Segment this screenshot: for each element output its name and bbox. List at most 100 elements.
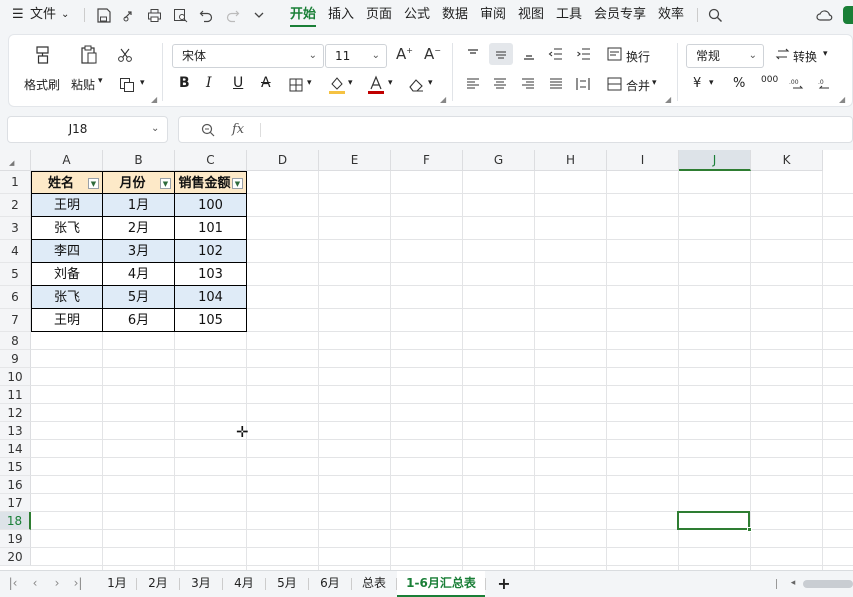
border-icon[interactable] [287, 76, 305, 94]
sheet-tab[interactable]: 1-6月汇总表 [397, 571, 485, 597]
row-header[interactable]: 13 [0, 422, 31, 440]
data-cell[interactable]: 3月 [103, 240, 175, 263]
column-header[interactable]: G [463, 150, 535, 171]
wrap-text-icon[interactable] [605, 45, 623, 63]
column-header[interactable]: A [31, 150, 103, 171]
chevron-down-icon[interactable]: ▾ [428, 78, 433, 88]
chevron-down-icon[interactable]: ▾ [388, 78, 393, 88]
row-header[interactable]: 15 [0, 458, 31, 476]
increase-font-icon[interactable]: A+ [396, 45, 413, 63]
copy-icon[interactable] [117, 75, 137, 95]
expand-corner-icon[interactable]: ◢ [440, 95, 446, 104]
sheet-tab[interactable]: 3月 [180, 571, 222, 597]
expand-corner-icon[interactable]: ◢ [151, 95, 157, 104]
percent-icon[interactable]: % [733, 76, 745, 91]
column-header[interactable]: F [391, 150, 463, 171]
align-right-icon[interactable] [519, 75, 537, 93]
tab-tools[interactable]: 工具 [556, 0, 582, 30]
tab-efficiency[interactable]: 效率 [658, 0, 684, 30]
name-box[interactable]: J18 ⌄ [7, 116, 168, 143]
data-cell[interactable]: 101 [175, 217, 247, 240]
row-header[interactable]: 16 [0, 476, 31, 494]
row-header[interactable]: 17 [0, 494, 31, 512]
strikethrough-icon[interactable]: A [261, 75, 271, 91]
row-header[interactable]: 4 [0, 240, 31, 263]
fill-color-icon[interactable] [327, 74, 347, 96]
column-header[interactable]: B [103, 150, 175, 171]
sheet-tab[interactable]: 6月 [309, 571, 351, 597]
increase-indent-icon[interactable] [574, 45, 592, 63]
row-header[interactable]: 2 [0, 194, 31, 217]
fill-handle[interactable] [747, 527, 752, 532]
eraser-icon[interactable] [406, 75, 426, 95]
select-all-corner[interactable]: ◢ [0, 150, 31, 171]
data-cell[interactable]: 102 [175, 240, 247, 263]
next-sheet-icon[interactable]: › [48, 571, 66, 597]
wrap-text-button[interactable]: 换行 [626, 48, 650, 65]
hamburger-icon[interactable]: ☰ [12, 0, 24, 30]
expand-corner-icon[interactable]: ◢ [839, 95, 845, 104]
tab-formula[interactable]: 公式 [404, 0, 430, 30]
print-preview-icon[interactable] [171, 6, 189, 24]
merge-button[interactable]: 合并 [626, 77, 650, 94]
row-header[interactable]: 6 [0, 286, 31, 309]
tab-review[interactable]: 审阅 [480, 0, 506, 30]
merge-icon[interactable] [605, 75, 623, 93]
distribute-icon[interactable] [574, 75, 592, 93]
sheet-tab[interactable]: 5月 [266, 571, 308, 597]
chevron-down-icon[interactable]: ▾ [709, 78, 714, 88]
row-header[interactable]: 11 [0, 386, 31, 404]
row-header[interactable]: 12 [0, 404, 31, 422]
scroll-left-icon[interactable]: ◂ [787, 571, 799, 597]
column-header[interactable]: K [751, 150, 823, 171]
paste-button[interactable]: 粘贴 [71, 76, 95, 93]
add-sheet-button[interactable]: + [493, 571, 515, 597]
print-icon[interactable] [145, 6, 163, 24]
tab-data[interactable]: 数据 [442, 0, 468, 30]
file-menu[interactable]: 文件 [30, 0, 56, 30]
paste-icon[interactable] [75, 41, 103, 69]
tab-insert[interactable]: 插入 [328, 0, 354, 30]
column-header[interactable]: E [319, 150, 391, 171]
row-header[interactable]: 20 [0, 548, 31, 566]
data-cell[interactable]: 105 [175, 309, 247, 332]
sheet-tab[interactable]: 2月 [137, 571, 179, 597]
save-icon[interactable] [94, 6, 112, 24]
data-cell[interactable]: 104 [175, 286, 247, 309]
last-sheet-icon[interactable]: ›| [69, 571, 87, 597]
tab-home[interactable]: 开始 [290, 0, 317, 27]
align-middle-icon[interactable] [489, 43, 513, 65]
filter-dropdown-icon[interactable]: ▼ [160, 178, 171, 189]
data-cell[interactable]: 张飞 [31, 286, 103, 309]
row-header[interactable]: 14 [0, 440, 31, 458]
chevron-down-icon[interactable]: ▾ [140, 78, 145, 88]
undo-icon[interactable] [197, 6, 215, 24]
row-header[interactable]: 1 [0, 171, 31, 194]
data-cell[interactable]: 李四 [31, 240, 103, 263]
data-cell[interactable]: 6月 [103, 309, 175, 332]
align-bottom-icon[interactable] [520, 45, 538, 63]
data-cell[interactable]: 4月 [103, 263, 175, 286]
increase-decimal-icon[interactable]: .0 [815, 75, 833, 93]
row-header[interactable]: 10 [0, 368, 31, 386]
spreadsheet-grid[interactable]: ◢ ABCDEFGHIJK 1 2 3 4 5 6 7 8 9 10 11 12 13 14 15 16 17 1… [0, 150, 853, 570]
decrease-font-icon[interactable]: A− [424, 45, 441, 63]
data-cell[interactable]: 王明 [31, 309, 103, 332]
justify-icon[interactable] [547, 75, 565, 93]
align-center-icon[interactable] [491, 75, 509, 93]
data-cell[interactable]: 刘备 [31, 263, 103, 286]
sheet-tab[interactable]: 总表 [352, 571, 396, 597]
column-header[interactable]: H [535, 150, 607, 171]
chevron-down-icon[interactable]: ▾ [348, 78, 353, 88]
convert-icon[interactable] [773, 45, 791, 63]
active-cell-selection[interactable] [677, 511, 750, 530]
row-header[interactable]: 19 [0, 530, 31, 548]
cloud-icon[interactable] [814, 5, 834, 25]
data-cell[interactable]: 100 [175, 194, 247, 217]
italic-icon[interactable]: I [206, 75, 212, 91]
row-header[interactable]: 8 [0, 332, 31, 350]
currency-icon[interactable]: ¥ [693, 76, 701, 91]
share-icon[interactable] [120, 6, 138, 24]
tab-member[interactable]: 会员专享 [594, 0, 646, 30]
format-painter-icon[interactable] [29, 41, 57, 69]
